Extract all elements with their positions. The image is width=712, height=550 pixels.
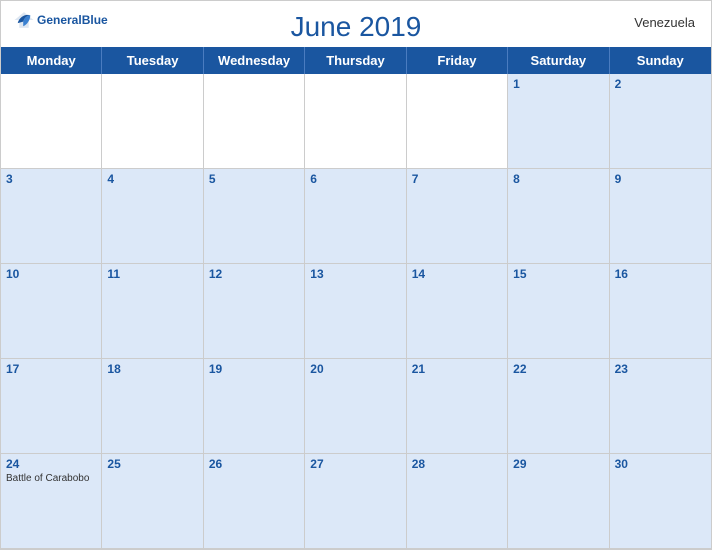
day-header-friday: Friday	[407, 47, 508, 74]
day-number: 10	[6, 267, 96, 281]
day-cell: 13	[305, 264, 406, 359]
day-number: 17	[6, 362, 96, 376]
day-cell	[1, 74, 102, 169]
day-cell: 14	[407, 264, 508, 359]
day-number: 12	[209, 267, 299, 281]
day-cell: 5	[204, 169, 305, 264]
day-number: 30	[615, 457, 706, 471]
day-cell: 28	[407, 454, 508, 549]
day-number: 11	[107, 267, 197, 281]
logo-area: GeneralBlue	[13, 9, 108, 31]
day-number: 21	[412, 362, 502, 376]
day-header-sunday: Sunday	[610, 47, 711, 74]
logo-bird-icon	[13, 9, 35, 31]
day-number: 23	[615, 362, 706, 376]
day-header-saturday: Saturday	[508, 47, 609, 74]
day-number: 18	[107, 362, 197, 376]
day-cell: 9	[610, 169, 711, 264]
day-cell: 11	[102, 264, 203, 359]
day-number: 19	[209, 362, 299, 376]
day-cell: 21	[407, 359, 508, 454]
day-number: 14	[412, 267, 502, 281]
day-cell: 17	[1, 359, 102, 454]
days-of-week-header: Monday Tuesday Wednesday Thursday Friday…	[1, 47, 711, 74]
day-cell: 24 Battle of Carabobo	[1, 454, 102, 549]
day-header-tuesday: Tuesday	[102, 47, 203, 74]
day-cell: 27	[305, 454, 406, 549]
day-header-monday: Monday	[1, 47, 102, 74]
day-cell: 12	[204, 264, 305, 359]
day-number: 28	[412, 457, 502, 471]
day-cell: 26	[204, 454, 305, 549]
day-cell: 25	[102, 454, 203, 549]
day-cell: 1	[508, 74, 609, 169]
day-header-thursday: Thursday	[305, 47, 406, 74]
calendar-container: GeneralBlue June 2019 Venezuela Monday T…	[0, 0, 712, 550]
day-cell	[204, 74, 305, 169]
logo-text: GeneralBlue	[37, 14, 108, 26]
day-number: 13	[310, 267, 400, 281]
day-number: 24	[6, 457, 96, 471]
day-header-wednesday: Wednesday	[204, 47, 305, 74]
calendar-header: GeneralBlue June 2019 Venezuela	[1, 1, 711, 47]
day-cell: 2	[610, 74, 711, 169]
day-number: 16	[615, 267, 706, 281]
day-cell: 10	[1, 264, 102, 359]
day-cell: 29	[508, 454, 609, 549]
day-cell: 30	[610, 454, 711, 549]
logo-blue-text: Blue	[82, 13, 108, 27]
day-cell	[407, 74, 508, 169]
day-number: 27	[310, 457, 400, 471]
day-number: 29	[513, 457, 603, 471]
day-number: 4	[107, 172, 197, 186]
day-cell: 4	[102, 169, 203, 264]
calendar-grid: 123456789101112131415161718192021222324B…	[1, 74, 711, 549]
day-number: 9	[615, 172, 706, 186]
day-number: 25	[107, 457, 197, 471]
day-cell: 3	[1, 169, 102, 264]
day-number: 22	[513, 362, 603, 376]
day-cell	[102, 74, 203, 169]
day-number: 8	[513, 172, 603, 186]
country-label: Venezuela	[634, 15, 695, 30]
day-cell: 16	[610, 264, 711, 359]
day-cell: 23	[610, 359, 711, 454]
day-cell: 20	[305, 359, 406, 454]
day-number: 15	[513, 267, 603, 281]
day-number: 7	[412, 172, 502, 186]
day-cell: 19	[204, 359, 305, 454]
day-number: 5	[209, 172, 299, 186]
day-number: 6	[310, 172, 400, 186]
logo-general-text: General	[37, 13, 82, 27]
day-cell: 7	[407, 169, 508, 264]
day-number: 20	[310, 362, 400, 376]
day-cell: 8	[508, 169, 609, 264]
day-cell: 18	[102, 359, 203, 454]
event-label: Battle of Carabobo	[6, 473, 96, 484]
day-cell: 15	[508, 264, 609, 359]
day-cell: 22	[508, 359, 609, 454]
day-number: 2	[615, 77, 706, 91]
day-number: 1	[513, 77, 603, 91]
day-cell	[305, 74, 406, 169]
day-number: 26	[209, 457, 299, 471]
day-number: 3	[6, 172, 96, 186]
day-cell: 6	[305, 169, 406, 264]
month-title: June 2019	[291, 11, 422, 43]
